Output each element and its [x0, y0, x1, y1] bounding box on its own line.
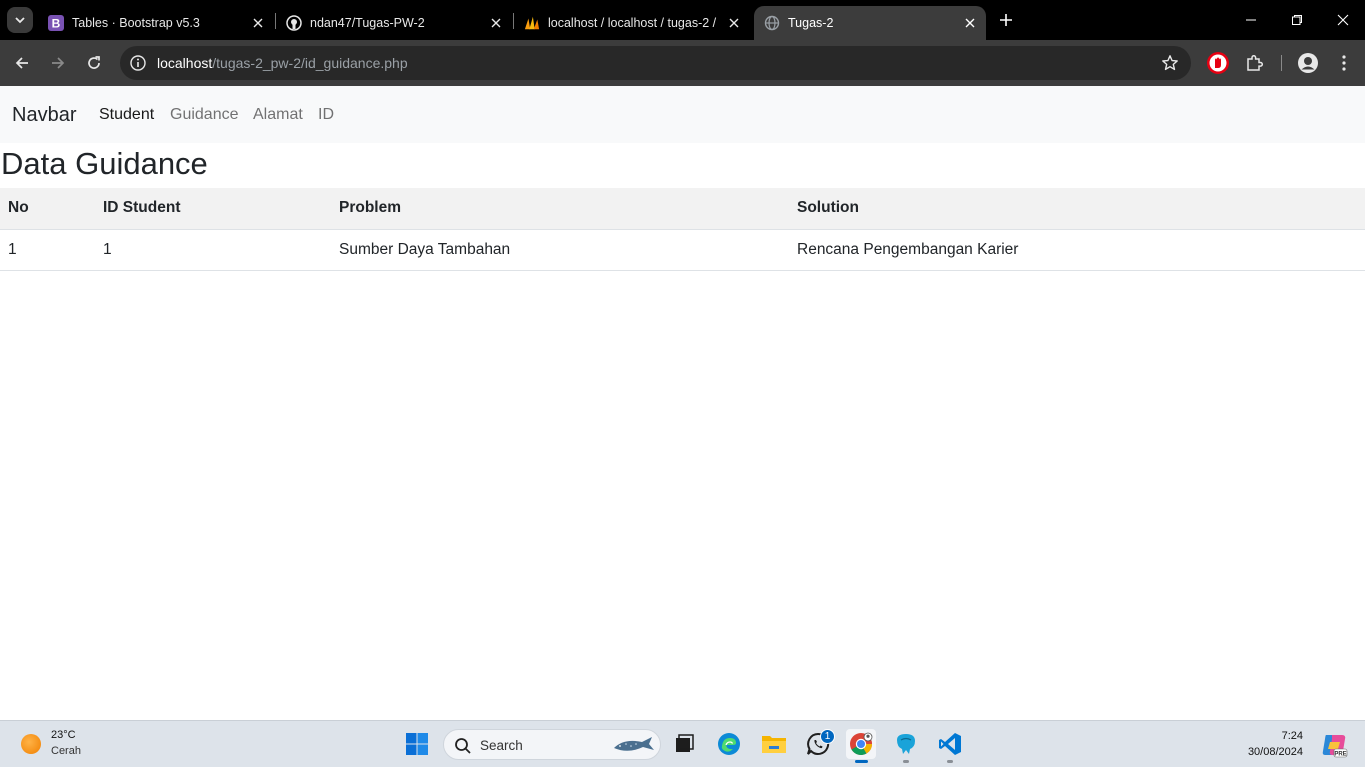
plus-icon: [1000, 14, 1012, 26]
cell-problem: Sumber Daya Tambahan: [331, 229, 789, 271]
github-icon: [286, 15, 302, 31]
tab-title: Tugas-2: [788, 16, 834, 30]
svg-text:B: B: [52, 17, 61, 31]
tab-strip: B Tables · Bootstrap v5.3 ndan47/Tugas-P…: [0, 0, 1365, 40]
tab-github[interactable]: ndan47/Tugas-PW-2: [276, 6, 512, 40]
tab-title: Tables · Bootstrap v5.3: [72, 16, 200, 30]
cell-id-student: 1: [95, 229, 331, 271]
more-vertical-icon: [1342, 55, 1346, 71]
restore-button[interactable]: [1285, 8, 1309, 32]
column-header-solution: Solution: [789, 188, 1365, 230]
browser-menu-button[interactable]: [1332, 51, 1356, 75]
clock-time: 7:24: [1281, 730, 1303, 742]
chevron-down-icon: [15, 17, 25, 24]
mysql-running-indicator: [903, 760, 909, 763]
table-header-row: No ID Student Problem Solution: [0, 188, 1365, 230]
vscode-button[interactable]: [935, 729, 965, 759]
restore-icon: [1292, 15, 1302, 25]
address-bar[interactable]: localhost/tugas-2_pw-2/id_guidance.php: [120, 46, 1191, 80]
page-viewport: Navbar Student Guidance Alamat ID Data G…: [0, 86, 1365, 720]
close-tab-icon[interactable]: [488, 15, 504, 31]
sun-icon: [21, 734, 41, 754]
reload-icon: [88, 56, 100, 69]
weather-temperature: 23°C: [51, 729, 76, 741]
reload-button[interactable]: [80, 49, 108, 77]
chrome-icon: [850, 732, 873, 755]
clock-date: 30/08/2024: [1247, 746, 1303, 758]
copilot-icon[interactable]: PRE: [1320, 731, 1348, 759]
adblock-extension-button[interactable]: [1206, 51, 1230, 75]
tab-bootstrap-tables[interactable]: B Tables · Bootstrap v5.3: [38, 6, 274, 40]
tab-phpmyadmin[interactable]: localhost / localhost / tugas-2 /: [514, 6, 750, 40]
forward-button[interactable]: [44, 49, 72, 77]
windows-taskbar: 23°C Cerah Search 1 7:24 30/08/2024 PRE: [0, 720, 1365, 767]
svg-text:PRE: PRE: [1334, 752, 1346, 758]
search-placeholder: Search: [480, 738, 523, 753]
nav-link-id[interactable]: ID: [318, 106, 334, 124]
whatsapp-unread-badge: 1: [820, 729, 835, 744]
nav-link-student[interactable]: Student: [99, 106, 154, 124]
start-button[interactable]: [402, 729, 432, 759]
close-tab-icon[interactable]: [250, 15, 266, 31]
edge-button[interactable]: [714, 729, 744, 759]
close-window-button[interactable]: [1331, 8, 1355, 32]
search-icon: [455, 738, 471, 754]
nav-link-alamat[interactable]: Alamat: [253, 106, 303, 124]
extensions-button[interactable]: [1243, 51, 1267, 75]
vscode-running-indicator: [947, 760, 953, 763]
tab-search-button[interactable]: [7, 7, 33, 33]
toolbar-separator: [1281, 55, 1282, 71]
cell-no: 1: [0, 229, 95, 271]
mysql-icon: [897, 734, 915, 754]
column-header-problem: Problem: [331, 188, 789, 230]
site-navbar: Navbar Student Guidance Alamat ID: [0, 86, 1365, 143]
cell-solution: Rencana Pengembangan Karier: [789, 229, 1365, 271]
avatar-icon: [1298, 53, 1318, 73]
globe-icon: [764, 15, 780, 31]
nav-link-guidance[interactable]: Guidance: [170, 106, 239, 124]
close-tab-icon[interactable]: [962, 15, 978, 31]
whale-shark-icon: [614, 737, 654, 751]
tab-title: ndan47/Tugas-PW-2: [310, 16, 425, 30]
adblock-icon: [1207, 52, 1229, 74]
weather-description: Cerah: [51, 745, 81, 757]
browser-toolbar: localhost/tugas-2_pw-2/id_guidance.php: [0, 40, 1365, 86]
taskbar-search[interactable]: Search: [443, 729, 661, 760]
guidance-table: No ID Student Problem Solution 1 1 Sumbe…: [0, 188, 1365, 271]
minimize-button[interactable]: [1239, 8, 1263, 32]
navbar-brand[interactable]: Navbar: [12, 104, 76, 127]
new-tab-button[interactable]: [995, 9, 1017, 31]
task-view-button[interactable]: [669, 729, 699, 759]
minimize-icon: [1246, 19, 1256, 21]
mysql-workbench-button[interactable]: [891, 729, 921, 759]
column-header-no: No: [0, 188, 95, 230]
url-host: localhost: [157, 55, 213, 71]
column-header-id-student: ID Student: [95, 188, 331, 230]
url-path: /tugas-2_pw-2/id_guidance.php: [212, 55, 408, 71]
puzzle-icon: [1247, 54, 1264, 71]
page-title: Data Guidance: [1, 146, 208, 181]
close-icon: [1337, 14, 1349, 26]
chrome-button[interactable]: [846, 729, 876, 759]
back-button[interactable]: [8, 49, 36, 77]
tab-title: localhost / localhost / tugas-2 /: [548, 16, 717, 30]
url-text[interactable]: localhost/tugas-2_pw-2/id_guidance.php: [157, 55, 408, 71]
profile-button[interactable]: [1296, 51, 1320, 75]
task-view-icon: [676, 734, 694, 752]
arrow-left-icon: [15, 57, 28, 69]
windows-start-icon: [406, 733, 428, 755]
vscode-icon: [939, 733, 961, 755]
phpmyadmin-icon: [524, 15, 540, 31]
edge-icon: [718, 733, 740, 755]
table-row: 1 1 Sumber Daya Tambahan Rencana Pengemb…: [0, 229, 1365, 271]
file-explorer-icon: [762, 736, 786, 753]
tab-tugas-2[interactable]: Tugas-2: [754, 6, 986, 40]
close-tab-icon[interactable]: [726, 15, 742, 31]
bookmark-star-icon[interactable]: [1161, 54, 1179, 72]
bootstrap-icon: B: [48, 15, 64, 31]
chrome-running-indicator: [855, 760, 868, 763]
arrow-right-icon: [52, 57, 65, 69]
file-explorer-button[interactable]: [759, 729, 789, 759]
site-info-icon[interactable]: [129, 54, 147, 72]
